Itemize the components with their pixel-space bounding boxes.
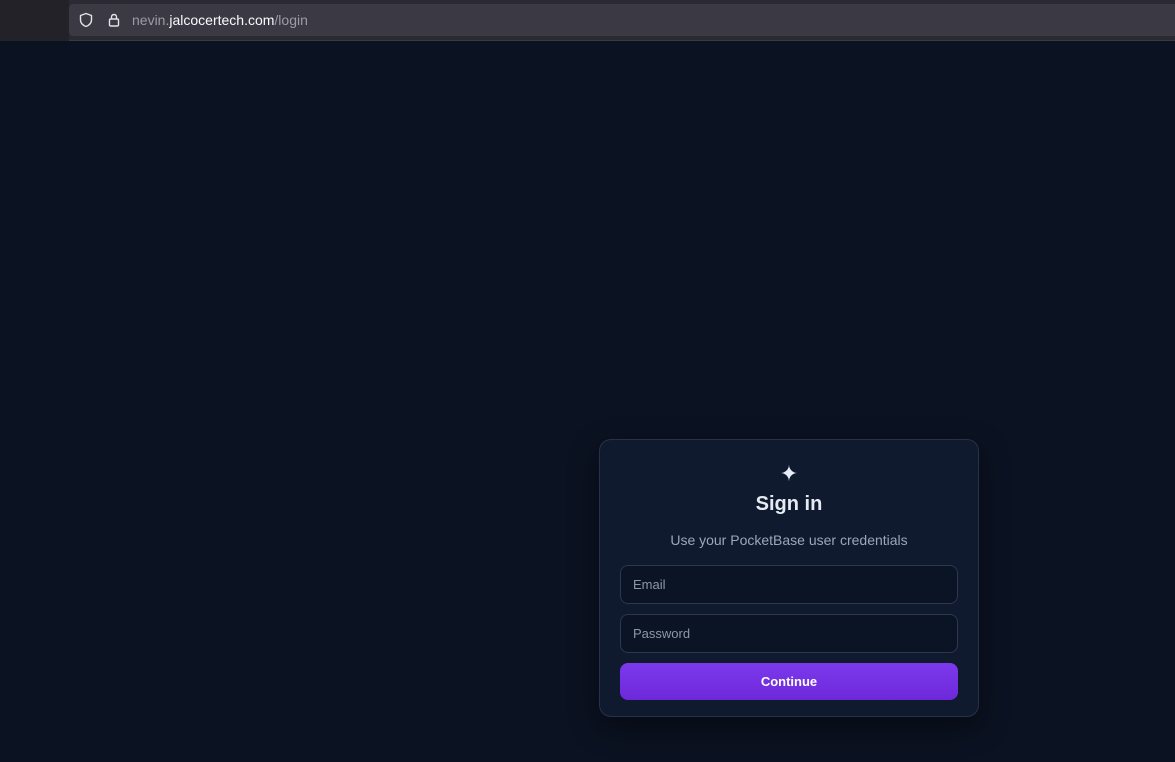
browser-toolbar-left xyxy=(0,0,69,41)
shield-icon[interactable] xyxy=(78,12,94,28)
lock-icon[interactable] xyxy=(106,12,122,28)
email-input[interactable] xyxy=(620,565,958,604)
login-subtitle: Use your PocketBase user credentials xyxy=(670,532,908,548)
address-bar[interactable]: nevin.jalcocertech.com/login xyxy=(69,4,1175,36)
url-path: /login xyxy=(274,12,308,28)
continue-button[interactable]: Continue xyxy=(620,663,958,700)
page-background xyxy=(0,41,1175,762)
url-text[interactable]: nevin.jalcocertech.com/login xyxy=(132,12,308,28)
url-subdomain: nevin. xyxy=(132,12,170,28)
browser-toolbar: nevin.jalcocertech.com/login xyxy=(0,0,1175,41)
password-input[interactable] xyxy=(620,614,958,653)
page-title: Sign in xyxy=(755,493,823,515)
url-host: jalcocertech.com xyxy=(169,12,275,28)
sparkle-icon: ✦ xyxy=(779,461,799,486)
login-card: ✦ Sign in Use your PocketBase user crede… xyxy=(599,439,979,717)
